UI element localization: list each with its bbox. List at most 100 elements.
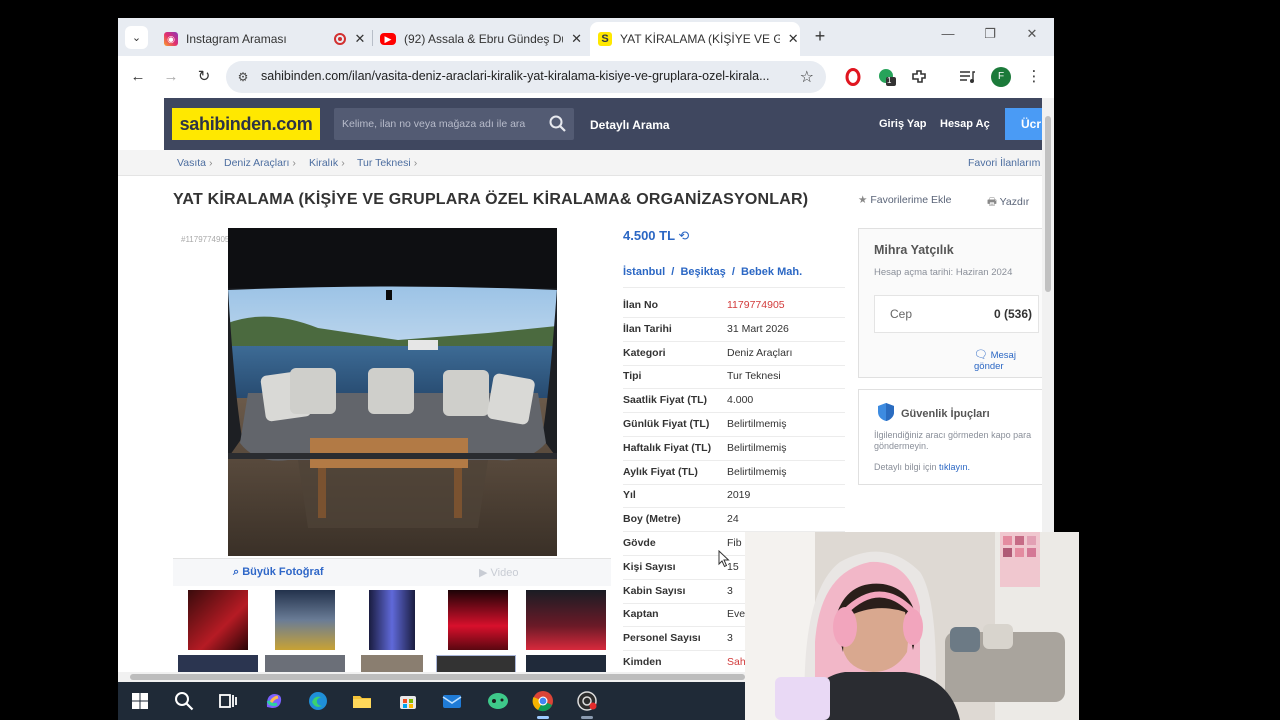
register-link[interactable]: Hesap Aç [940,118,990,130]
attribute-value[interactable]: Sah [727,656,746,668]
close-tab-icon[interactable]: ✕ [786,31,800,47]
listing-main-photo[interactable] [228,228,557,556]
location-neighborhood[interactable]: Bebek Mah. [741,266,802,278]
attribute-key: İlan Tarihi [623,322,672,335]
chat-icon: 🗨 [974,349,988,361]
attribute-row: Günlük Fiyat (TL) Belirtilmemiş [623,413,845,437]
tab-youtube[interactable]: ▶ (92) Assala & Ebru Gündeş Due ✕ [374,22,584,56]
detailed-search-link[interactable]: Detaylı Arama [590,118,670,132]
attribute-row: Yıl 2019 [623,484,845,509]
big-photo-link[interactable]: ⌕ Büyük Fotoğraf [233,566,324,579]
photo-thumbnail[interactable] [448,590,508,650]
location-city[interactable]: İstanbul [623,266,665,278]
breadcrumb: Vasıta › Deniz Araçları › Kiralık › Tur Tek… [118,150,1054,176]
video-link[interactable]: ▶ Video [479,566,518,579]
tab-sahibinden[interactable]: S YAT KİRALAMA (KİŞİYE VE GRUP ✕ [590,22,800,56]
photo-thumbnail[interactable] [526,590,606,650]
windows-start-icon[interactable] [128,689,152,713]
send-message-link[interactable]: 🗨 Mesaj gönder [974,348,1042,372]
phone-value[interactable]: 0 (536) [994,307,1032,321]
search-icon[interactable] [172,689,196,713]
forward-arrow-icon[interactable]: → [160,66,182,88]
media-control-icon[interactable] [958,68,976,86]
attribute-value: Belirtilmemiş [727,465,787,478]
new-tab-icon[interactable]: + [811,26,829,47]
breadcrumb-item[interactable]: Vasıta › [177,157,213,169]
photo-thumbnail[interactable] [275,590,335,650]
scrollbar-thumb[interactable] [130,674,745,680]
attribute-value: Belirtilmemiş [727,441,787,454]
webcam-overlay [745,532,1079,720]
close-tab-icon[interactable]: ✕ [352,31,368,47]
minimize-icon[interactable]: — [938,26,958,41]
address-bar[interactable]: ⚙ sahibinden.com/ilan/vasita-deniz-aracl… [226,61,826,93]
attribute-key: Kimden [623,656,662,668]
breadcrumb-item[interactable]: Tur Teknesi › [357,157,417,169]
photo-thumbnail[interactable] [369,590,415,650]
attribute-key: Gövde [623,537,656,549]
scrollbar-thumb[interactable] [1045,116,1051,292]
restore-icon[interactable]: ❐ [980,26,1000,42]
attribute-key: Saatlik Fiyat (TL) [623,394,708,407]
chrome-icon[interactable] [531,689,555,713]
phone-box: Cep 0 (536) [874,295,1039,333]
site-logo[interactable]: sahibinden.com [172,108,320,140]
tab-search-chevron-icon[interactable]: ⌄ [125,26,148,49]
reload-icon[interactable]: ↻ [193,66,215,88]
tab-instagram[interactable]: ◉ Instagram Araması ✕ [158,22,368,56]
add-favorite-link[interactable]: ★ Favorilerime Ekle [858,194,951,206]
listing-location: İstanbul / Beşiktaş / Bebek Mah. [623,266,803,278]
obs-recording-icon[interactable] [575,689,599,713]
close-window-icon[interactable]: ✕ [1022,26,1042,42]
extension-badge: 1 [887,76,892,85]
attribute-row: Kategori Deniz Araçları [623,342,845,366]
file-explorer-icon[interactable] [350,689,374,713]
recording-icon [334,33,346,45]
attribute-value: 3 [727,632,733,645]
attribute-key: İlan No [623,299,659,311]
attribute-key: Boy (Metre) [623,513,681,526]
attribute-key: Kaptan [623,608,659,621]
menu-kebab-icon[interactable]: ⋮ [1023,66,1045,88]
attribute-value: Deniz Araçları [727,346,793,359]
youtube-icon: ▶ [380,33,396,45]
tab-title: (92) Assala & Ebru Gündeş Due [404,32,564,46]
search-icon[interactable] [548,114,568,134]
extensions-puzzle-icon[interactable] [910,68,928,86]
microsoft-store-icon[interactable] [396,689,420,713]
copilot-icon[interactable] [262,689,286,713]
browser-toolbar: ← → ↻ ⚙ sahibinden.com/ilan/vasita-deniz… [118,56,1054,98]
breadcrumb-item[interactable]: Kiralık › [309,157,345,169]
listing-title: YAT KİRALAMA (KİŞİYE VE GRUPLARA ÖZEL Kİ… [173,191,809,208]
location-district[interactable]: Beşiktaş [680,266,725,278]
shield-icon [878,403,894,421]
site-info-icon[interactable]: ⚙ [234,68,252,86]
photo-listing-id: #1179774905 [181,235,230,244]
edge-browser-icon[interactable] [306,689,330,713]
safety-more-link[interactable]: tıklayın. [939,462,970,472]
attribute-value[interactable]: 1179774905 [727,299,785,311]
back-arrow-icon[interactable]: ← [127,66,149,88]
favorite-listings-link[interactable]: Favori İlanlarım [968,157,1040,169]
game-controller-icon[interactable] [486,689,510,713]
attribute-value: 4.000 [727,394,754,407]
search-input[interactable]: Kelime, ilan no veya mağaza adı ile ara [334,108,574,140]
tab-strip: ⌄ ◉ Instagram Araması ✕ ▶ (92) Assala & … [118,18,1054,56]
opera-icon[interactable] [844,68,862,86]
print-link[interactable]: 🖶 Yazdır [987,194,1029,212]
attribute-key: Kabin Sayısı [623,584,686,597]
close-tab-icon[interactable]: ✕ [569,31,584,47]
mail-icon[interactable] [440,689,464,713]
printer-icon: 🖶 [987,196,997,208]
task-view-icon[interactable] [216,689,240,713]
breadcrumb-item[interactable]: Deniz Araçları › [224,157,296,169]
photo-thumbnail[interactable] [188,590,248,650]
seller-name[interactable]: Mihra Yatçılık [874,243,954,257]
price-history-icon[interactable]: ⟲ [678,228,689,243]
safety-tips-panel: Güvenlik İpuçları İlgilendiğiniz aracı g… [858,389,1043,485]
login-link[interactable]: Giriş Yap [879,118,927,130]
bookmark-star-icon[interactable]: ☆ [800,67,814,87]
mouse-cursor-icon [718,550,730,568]
profile-avatar[interactable]: F [991,67,1011,87]
attribute-value: Belirtilmemiş [727,418,787,430]
